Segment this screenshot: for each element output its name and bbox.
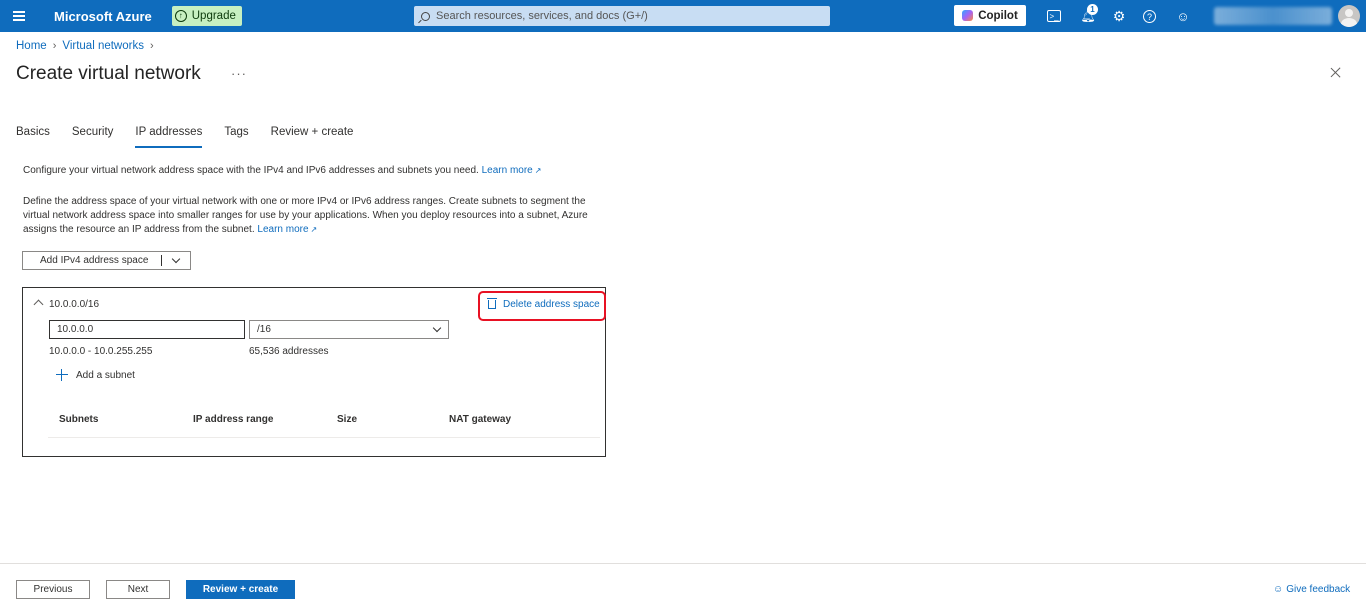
address-input[interactable]: 10.0.0.0 [49,320,245,339]
breadcrumb-home[interactable]: Home [16,40,47,52]
delete-address-space-button[interactable]: Delete address space [487,298,600,310]
upgrade-label: Upgrade [191,10,236,22]
help-icon[interactable]: ? [1143,10,1156,23]
chevron-down-icon [171,254,181,263]
add-subnet-button[interactable]: Add a subnet [56,369,135,381]
feedback-icon[interactable]: ☺ [1175,8,1191,24]
breadcrumb: Home › Virtual networks › [16,40,160,52]
settings-gear-icon[interactable]: ⚙ [1111,8,1127,24]
address-space-label: 10.0.0.0/16 [49,299,100,310]
account-info-blurred[interactable] [1214,7,1332,25]
learn-more-link-2[interactable]: Learn more [257,224,308,235]
page-title: Create virtual network [16,63,201,84]
avatar[interactable] [1338,5,1360,27]
copilot-button[interactable]: Copilot [954,5,1026,26]
subnet-table-header: Subnets IP address range Size NAT gatewa… [48,406,600,438]
column-ip-address-range: IP address range [193,414,274,425]
more-options-icon[interactable]: ··· [231,66,247,81]
upgrade-button[interactable]: ↑ Upgrade [171,6,242,26]
tab-ip-addresses[interactable]: IP addresses [135,126,203,148]
give-feedback-link[interactable]: ☺ Give feedback [1273,584,1350,595]
plus-icon [56,369,68,381]
next-button[interactable]: Next [106,580,170,599]
intro-text: Configure your virtual network address s… [23,165,623,176]
learn-more-link[interactable]: Learn more [482,165,533,176]
delete-address-space-label: Delete address space [503,299,600,310]
chevron-up-icon[interactable] [33,299,44,310]
column-subnets: Subnets [59,414,99,425]
column-size: Size [337,414,358,425]
intro-sentence: Configure your virtual network address s… [23,165,479,176]
upgrade-arrow-icon: ↑ [174,10,187,22]
copilot-label: Copilot [978,9,1018,22]
menu-icon[interactable] [0,0,38,32]
address-space-panel: 10.0.0.0/16 Delete address space 10.0.0.… [22,287,606,457]
tab-review-create[interactable]: Review + create [271,126,354,148]
cloud-shell-icon[interactable]: >_ [1047,10,1061,22]
copilot-icon [962,10,974,21]
tab-tags[interactable]: Tags [224,126,248,148]
trash-icon [487,298,497,309]
prefix-value: /16 [257,324,271,335]
define-text: Define the address space of your virtual… [23,195,613,237]
address-count: 65,536 addresses [249,346,329,357]
external-link-icon: ↗ [310,225,318,234]
search-placeholder: Search resources, services, and docs (G+… [436,10,648,22]
external-link-icon: ↗ [534,166,542,175]
tab-bar: Basics Security IP addresses Tags Review… [16,126,375,148]
global-search-input[interactable]: Search resources, services, and docs (G+… [414,6,830,26]
chevron-down-icon [432,323,442,332]
prefix-select[interactable]: /16 [249,320,449,339]
chevron-right-icon: › [52,40,57,52]
notification-count-badge: 1 [1087,4,1098,15]
footer-divider [0,563,1366,564]
add-ipv4-address-space-button[interactable]: Add IPv4 address space [22,251,191,270]
address-range: 10.0.0.0 - 10.0.255.255 [49,346,153,357]
review-create-button[interactable]: Review + create [186,580,295,599]
tab-basics[interactable]: Basics [16,126,50,148]
column-nat-gateway: NAT gateway [449,414,512,425]
previous-button[interactable]: Previous [16,580,90,599]
feedback-icon: ☺ [1273,584,1284,595]
give-feedback-label: Give feedback [1286,584,1351,595]
add-space-dropdown-toggle[interactable] [162,254,190,263]
breadcrumb-virtual-networks[interactable]: Virtual networks [62,40,144,52]
add-space-label: Add IPv4 address space [40,255,149,266]
chevron-right-icon: › [149,40,154,52]
tab-security[interactable]: Security [72,126,114,148]
add-subnet-label: Add a subnet [76,369,135,381]
close-icon[interactable] [1329,66,1343,80]
search-icon [421,11,430,21]
brand-title[interactable]: Microsoft Azure [54,9,152,24]
